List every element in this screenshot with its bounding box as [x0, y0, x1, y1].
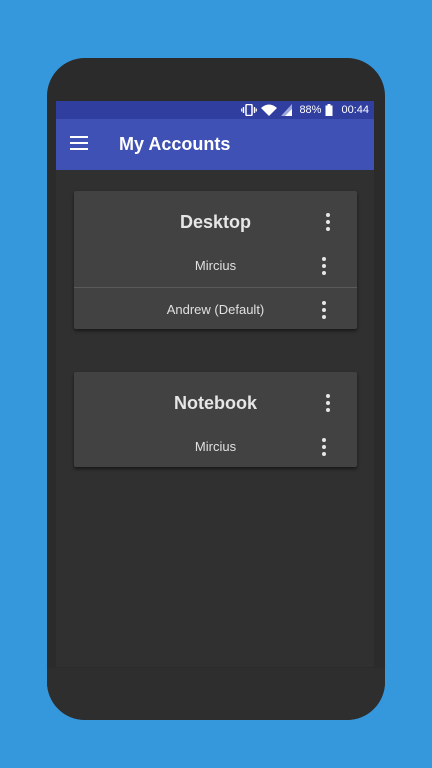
account-name[interactable]: Mircius [74, 258, 357, 273]
group-title: Desktop [179, 212, 251, 232]
signal-icon [281, 104, 293, 116]
account-name[interactable]: Mircius [74, 439, 357, 454]
status-bar: 88% 00:44 [56, 101, 374, 119]
group-title: Notebook [174, 393, 257, 413]
status-time: 00:44 [341, 104, 369, 116]
account-options-button[interactable] [318, 438, 330, 456]
account-group-card-notebook: Notebook Mircius [74, 372, 357, 467]
account-group-card-desktop: Desktop Mircius Andrew (Default) [74, 191, 357, 329]
wifi-icon [261, 104, 278, 116]
account-options-button[interactable] [318, 301, 330, 319]
vibrate-icon [241, 104, 258, 116]
battery-percent: 88% [299, 104, 322, 116]
more-vert-icon [322, 438, 326, 442]
more-vert-icon [326, 394, 330, 398]
phone-bottom-bezel [47, 668, 385, 720]
group-options-button[interactable] [322, 394, 334, 412]
more-vert-icon [322, 301, 326, 305]
group-options-button[interactable] [322, 213, 334, 231]
app-bar: My Accounts [56, 119, 374, 170]
battery-icon [325, 104, 333, 116]
account-options-button[interactable] [318, 257, 330, 275]
hamburger-icon [70, 136, 88, 138]
phone-screen: 88% 00:44 My Accounts Desktop Mircius An… [56, 101, 374, 667]
more-vert-icon [326, 213, 330, 217]
row-divider [74, 287, 357, 288]
account-name[interactable]: Andrew (Default) [74, 302, 357, 317]
page-title: My Accounts [119, 134, 231, 154]
more-vert-icon [322, 257, 326, 261]
menu-button[interactable] [70, 136, 88, 150]
